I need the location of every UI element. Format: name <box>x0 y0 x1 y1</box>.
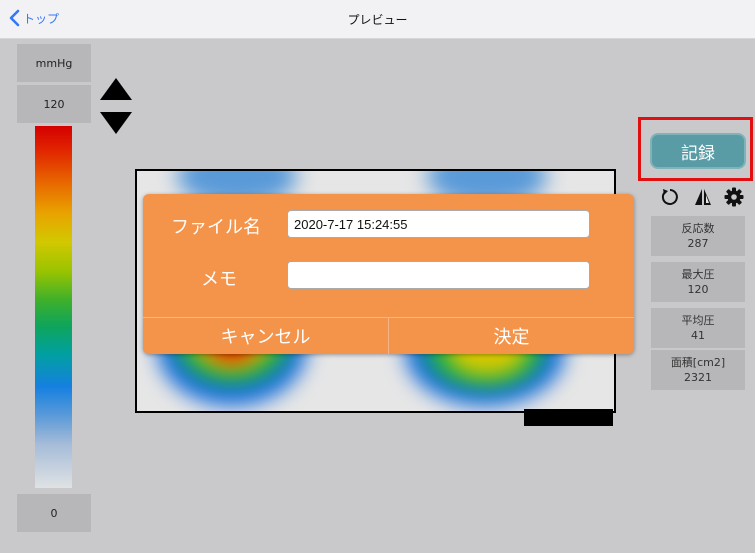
stat-label: 最大圧 <box>681 268 715 281</box>
page-title: プレビュー <box>347 13 408 27</box>
flip-icon[interactable] <box>693 187 713 207</box>
heatmap-tab <box>524 409 613 426</box>
record-button[interactable]: 記録 <box>650 133 746 169</box>
stat-label: 面積[cm2] <box>670 356 726 369</box>
stat-label: 平均圧 <box>681 314 715 327</box>
stat-value: 41 <box>691 329 705 342</box>
memo-label: メモ <box>201 269 237 290</box>
cancel-button[interactable]: キャンセル <box>143 318 388 354</box>
stat-value: 120 <box>687 283 709 296</box>
save-dialog: ファイル名 メモ キャンセル 決定 <box>143 194 634 354</box>
navigation-bar: トップ プレビュー <box>0 0 755 39</box>
rotate-icon[interactable] <box>660 187 680 207</box>
stat-area: 面積[cm2] 2321 <box>651 350 745 390</box>
stat-average-pressure: 平均圧 41 <box>651 308 745 348</box>
pressure-color-scale <box>35 126 72 488</box>
stat-value: 2321 <box>684 371 712 384</box>
stat-reaction-count: 反応数 287 <box>651 216 745 256</box>
ok-button[interactable]: 決定 <box>389 318 634 354</box>
app-window: トップ プレビュー mmHg 120 0 記録 反応数 287 最大圧 120 … <box>0 0 755 553</box>
stat-label: 反応数 <box>681 222 715 235</box>
stat-value: 287 <box>687 237 709 250</box>
scale-min-value: 0 <box>17 494 91 532</box>
unit-label: mmHg <box>17 44 91 82</box>
scale-max-value: 120 <box>17 85 91 123</box>
filename-label: ファイル名 <box>171 217 261 238</box>
memo-input[interactable] <box>287 261 590 289</box>
filename-input[interactable] <box>287 210 590 238</box>
stat-max-pressure: 最大圧 120 <box>651 262 745 302</box>
gear-icon[interactable] <box>724 187 744 207</box>
scale-down-arrow-icon[interactable] <box>100 112 132 134</box>
scale-up-arrow-icon[interactable] <box>100 78 132 100</box>
